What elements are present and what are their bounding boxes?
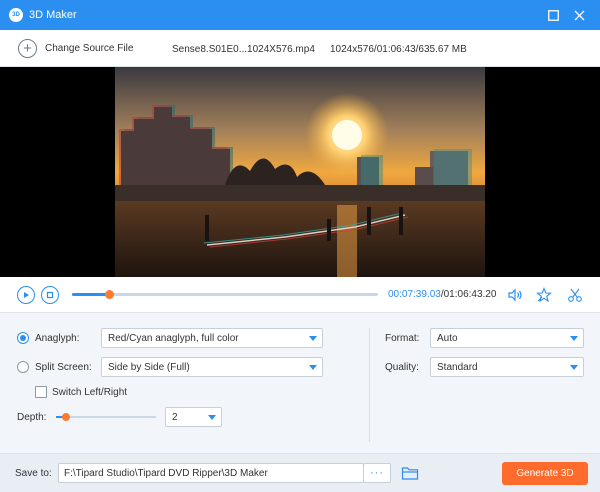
switch-left-right-label: Switch Left/Right xyxy=(52,387,128,398)
time-display: 00:07:39.03/01:06:43.20 xyxy=(388,289,496,300)
chevron-down-icon xyxy=(309,336,317,341)
depth-handle[interactable] xyxy=(62,413,70,421)
maximize-icon xyxy=(547,9,559,21)
split-screen-select[interactable]: Side by Side (Full) xyxy=(101,357,323,377)
volume-button[interactable] xyxy=(507,287,523,303)
generate-3d-button[interactable]: Generate 3D xyxy=(502,462,588,485)
split-screen-radio[interactable] xyxy=(17,361,29,373)
effect-button[interactable] xyxy=(536,287,552,303)
stop-icon xyxy=(46,291,54,299)
maximize-button[interactable] xyxy=(545,7,561,23)
window-title: 3D Maker xyxy=(29,9,77,21)
title-bar: 3D 3D Maker xyxy=(0,0,600,30)
depth-select-value: 2 xyxy=(172,411,178,423)
switch-left-right-checkbox[interactable] xyxy=(35,386,47,398)
progress-fill xyxy=(72,293,109,296)
current-time: 00:07:39.03 xyxy=(388,289,441,300)
total-time: /01:06:43.20 xyxy=(440,289,497,300)
app-logo-icon: 3D xyxy=(9,8,23,22)
source-file-name: Sense8.S01E0...1024X576.mp4 xyxy=(172,44,315,55)
anaglyph-select[interactable]: Red/Cyan anaglyph, full color xyxy=(101,328,323,348)
close-icon xyxy=(574,10,584,20)
format-label: Format: xyxy=(385,333,420,344)
settings-divider xyxy=(369,328,370,442)
format-select-value: Auto xyxy=(437,332,458,344)
chevron-down-icon xyxy=(309,365,317,370)
anaglyph-label: Anaglyph: xyxy=(35,333,80,344)
save-path-field[interactable]: F:\Tipard Studio\Tipard DVD Ripper\3D Ma… xyxy=(58,463,364,483)
save-path-value: F:\Tipard Studio\Tipard DVD Ripper\3D Ma… xyxy=(64,467,268,479)
video-frame xyxy=(115,67,485,277)
format-select[interactable]: Auto xyxy=(430,328,584,348)
quality-select-value: Standard xyxy=(437,361,478,373)
change-source-label: Change Source File xyxy=(45,43,134,54)
save-to-label: Save to: xyxy=(15,468,52,479)
folder-icon xyxy=(401,467,419,480)
volume-icon xyxy=(508,288,522,302)
depth-label: Depth: xyxy=(17,412,47,423)
settings-panel: Anaglyph: Red/Cyan anaglyph, full color … xyxy=(0,313,600,453)
effect-icon xyxy=(536,287,552,303)
chevron-down-icon xyxy=(570,336,578,341)
split-screen-label: Split Screen: xyxy=(35,362,92,373)
output-bar: Save to: F:\Tipard Studio\Tipard DVD Rip… xyxy=(0,453,600,492)
progress-handle[interactable] xyxy=(104,290,114,299)
play-icon xyxy=(24,292,29,298)
stop-button[interactable] xyxy=(41,286,59,304)
radio-selected-dot xyxy=(20,335,26,341)
close-button[interactable] xyxy=(571,7,587,23)
preview-image xyxy=(115,67,485,277)
quality-label: Quality: xyxy=(385,362,419,373)
depth-slider[interactable] xyxy=(56,413,156,421)
quality-select[interactable]: Standard xyxy=(430,357,584,377)
source-file-info: 1024x576/01:06:43/635.67 MB xyxy=(330,44,467,55)
chevron-down-icon xyxy=(208,415,216,420)
anaglyph-radio[interactable] xyxy=(17,332,29,344)
chevron-down-icon xyxy=(570,365,578,370)
change-source-button[interactable]: + Change Source File xyxy=(18,39,133,58)
playback-bar: 00:07:39.03/01:06:43.20 xyxy=(0,277,600,313)
browse-button[interactable]: ··· xyxy=(363,463,391,483)
source-bar: + Change Source File Sense8.S01E0...1024… xyxy=(0,30,600,67)
video-preview xyxy=(0,67,600,277)
scissors-icon xyxy=(568,288,582,302)
depth-select[interactable]: 2 xyxy=(165,407,222,427)
anaglyph-select-value: Red/Cyan anaglyph, full color xyxy=(108,332,239,344)
clip-button[interactable] xyxy=(567,287,583,303)
playback-progress-slider[interactable] xyxy=(72,290,378,299)
add-circle-icon: + xyxy=(18,39,37,58)
split-screen-select-value: Side by Side (Full) xyxy=(108,361,190,373)
open-folder-button[interactable] xyxy=(401,465,419,481)
play-button[interactable] xyxy=(17,286,35,304)
